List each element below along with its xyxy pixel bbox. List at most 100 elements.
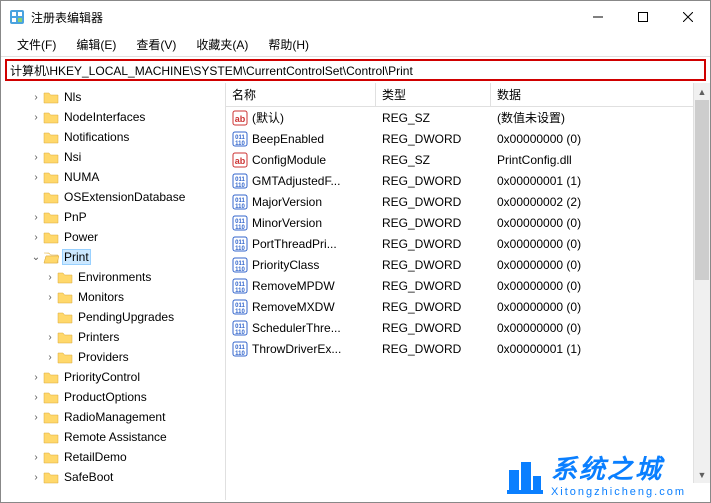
menu-view[interactable]: 查看(V) <box>126 33 186 56</box>
folder-icon <box>57 310 73 324</box>
value-type: REG_SZ <box>376 151 491 169</box>
tree-label: Environments <box>76 269 153 285</box>
scroll-down-button[interactable]: ▼ <box>694 466 710 483</box>
tree-node[interactable]: ›Power <box>1 227 225 247</box>
value-type: REG_DWORD <box>376 256 491 274</box>
tree-node[interactable]: › Environments <box>1 267 225 287</box>
tree-node[interactable]: ›NodeInterfaces <box>1 107 225 127</box>
menu-favorites[interactable]: 收藏夹(A) <box>186 33 258 56</box>
tree-node[interactable]: OSExtensionDatabase <box>1 187 225 207</box>
chevron-right-icon[interactable]: › <box>29 450 43 464</box>
chevron-right-icon[interactable]: › <box>43 350 57 364</box>
value-type: REG_DWORD <box>376 340 491 358</box>
tree-label: Remote Assistance <box>62 429 169 445</box>
list-header: 名称 类型 数据 <box>226 83 710 107</box>
tree-label: RetailDemo <box>62 449 129 465</box>
menu-help[interactable]: 帮助(H) <box>258 33 319 56</box>
chevron-right-icon[interactable]: › <box>29 210 43 224</box>
tree-node[interactable]: ›PnP <box>1 207 225 227</box>
scrollbar-vertical[interactable]: ▲ ▼ <box>693 83 710 483</box>
close-button[interactable] <box>665 1 710 33</box>
tree-node[interactable]: ›SafeBoot <box>1 467 225 487</box>
list-row[interactable]: GMTAdjustedF...REG_DWORD0x00000001 (1) <box>226 170 710 191</box>
tree-node[interactable]: PendingUpgrades <box>1 307 225 327</box>
chevron-right-icon[interactable]: › <box>29 150 43 164</box>
list-row[interactable]: PriorityClassREG_DWORD0x00000000 (0) <box>226 254 710 275</box>
chevron-right-icon[interactable]: › <box>29 90 43 104</box>
list-row[interactable]: MinorVersionREG_DWORD0x00000000 (0) <box>226 212 710 233</box>
scrollbar-thumb[interactable] <box>695 100 709 280</box>
header-type[interactable]: 类型 <box>376 83 491 107</box>
list-row[interactable]: ConfigModuleREG_SZPrintConfig.dll <box>226 149 710 170</box>
dword-value-icon <box>232 299 248 315</box>
dword-value-icon <box>232 320 248 336</box>
value-type: REG_DWORD <box>376 298 491 316</box>
tree-node[interactable]: Notifications <box>1 127 225 147</box>
value-type: REG_SZ <box>376 109 491 127</box>
dword-value-icon <box>232 236 248 252</box>
value-type: REG_DWORD <box>376 319 491 337</box>
tree-node[interactable]: ›NUMA <box>1 167 225 187</box>
scroll-up-button[interactable]: ▲ <box>694 83 710 100</box>
titlebar: 注册表编辑器 <box>1 1 710 33</box>
chevron-right-icon[interactable]: › <box>43 290 57 304</box>
tree-node[interactable]: ›Printers <box>1 327 225 347</box>
minimize-button[interactable] <box>575 1 620 33</box>
chevron-right-icon[interactable]: › <box>43 270 57 284</box>
tree-node[interactable]: › RetailDemo <box>1 447 225 467</box>
list-row[interactable]: BeepEnabledREG_DWORD0x00000000 (0) <box>226 128 710 149</box>
tree-node[interactable]: ›Nls <box>1 87 225 107</box>
tree-node[interactable]: Remote Assistance <box>1 427 225 447</box>
dword-value-icon <box>232 215 248 231</box>
tree-label: PendingUpgrades <box>76 309 176 325</box>
tree-node[interactable]: ›Providers <box>1 347 225 367</box>
folder-icon <box>43 450 59 464</box>
value-data: 0x00000000 (0) <box>491 277 710 295</box>
header-data[interactable]: 数据 <box>491 83 710 107</box>
list-row[interactable]: SchedulerThre...REG_DWORD0x00000000 (0) <box>226 317 710 338</box>
maximize-button[interactable] <box>620 1 665 33</box>
list-pane[interactable]: 名称 类型 数据 (默认)REG_SZ(数值未设置)BeepEnabledREG… <box>226 83 710 500</box>
value-name: SchedulerThre... <box>252 321 341 335</box>
string-value-icon <box>232 152 248 168</box>
list-row[interactable]: (默认)REG_SZ(数值未设置) <box>226 107 710 128</box>
list-row[interactable]: PortThreadPri...REG_DWORD0x00000000 (0) <box>226 233 710 254</box>
value-type: REG_DWORD <box>376 214 491 232</box>
tree-node[interactable]: ›Nsi <box>1 147 225 167</box>
tree-node[interactable]: ›PriorityControl <box>1 367 225 387</box>
menu-file[interactable]: 文件(F) <box>7 33 66 56</box>
tree-node[interactable]: ›ProductOptions <box>1 387 225 407</box>
dword-value-icon <box>232 341 248 357</box>
list-row[interactable]: MajorVersionREG_DWORD0x00000002 (2) <box>226 191 710 212</box>
list-row[interactable]: ThrowDriverEx...REG_DWORD0x00000001 (1) <box>226 338 710 359</box>
value-type: REG_DWORD <box>376 235 491 253</box>
menubar: 文件(F) 编辑(E) 查看(V) 收藏夹(A) 帮助(H) <box>1 33 710 57</box>
chevron-right-icon[interactable]: › <box>29 390 43 404</box>
tree-node[interactable]: ⌄Print <box>1 247 225 267</box>
header-name[interactable]: 名称 <box>226 83 376 107</box>
chevron-right-icon[interactable]: › <box>29 110 43 124</box>
list-row[interactable]: RemoveMXDWREG_DWORD0x00000000 (0) <box>226 296 710 317</box>
list-row[interactable]: RemoveMPDWREG_DWORD0x00000000 (0) <box>226 275 710 296</box>
chevron-down-icon[interactable]: ⌄ <box>29 250 43 264</box>
chevron-right-icon[interactable]: › <box>29 230 43 244</box>
address-text: 计算机\HKEY_LOCAL_MACHINE\SYSTEM\CurrentCon… <box>10 62 413 79</box>
tree-node[interactable]: ›RadioManagement <box>1 407 225 427</box>
tree-node[interactable]: ›Monitors <box>1 287 225 307</box>
folder-icon <box>57 330 73 344</box>
menu-edit[interactable]: 编辑(E) <box>66 33 126 56</box>
chevron-right-icon[interactable]: › <box>29 370 43 384</box>
chevron-right-icon[interactable]: › <box>29 410 43 424</box>
address-bar[interactable]: 计算机\HKEY_LOCAL_MACHINE\SYSTEM\CurrentCon… <box>5 59 706 81</box>
folder-icon <box>57 270 73 284</box>
tree-pane[interactable]: ›Nls›NodeInterfaces Notifications ›Nsi›NUM… <box>1 83 226 500</box>
dword-value-icon <box>232 173 248 189</box>
value-type: REG_DWORD <box>376 130 491 148</box>
chevron-right-icon[interactable]: › <box>29 170 43 184</box>
value-name: GMTAdjustedF... <box>252 174 340 188</box>
chevron-right-icon[interactable]: › <box>43 330 57 344</box>
tree-label: Notifications <box>62 129 131 145</box>
value-name: MinorVersion <box>252 216 322 230</box>
folder-icon <box>57 350 73 364</box>
chevron-right-icon[interactable]: › <box>29 470 43 484</box>
